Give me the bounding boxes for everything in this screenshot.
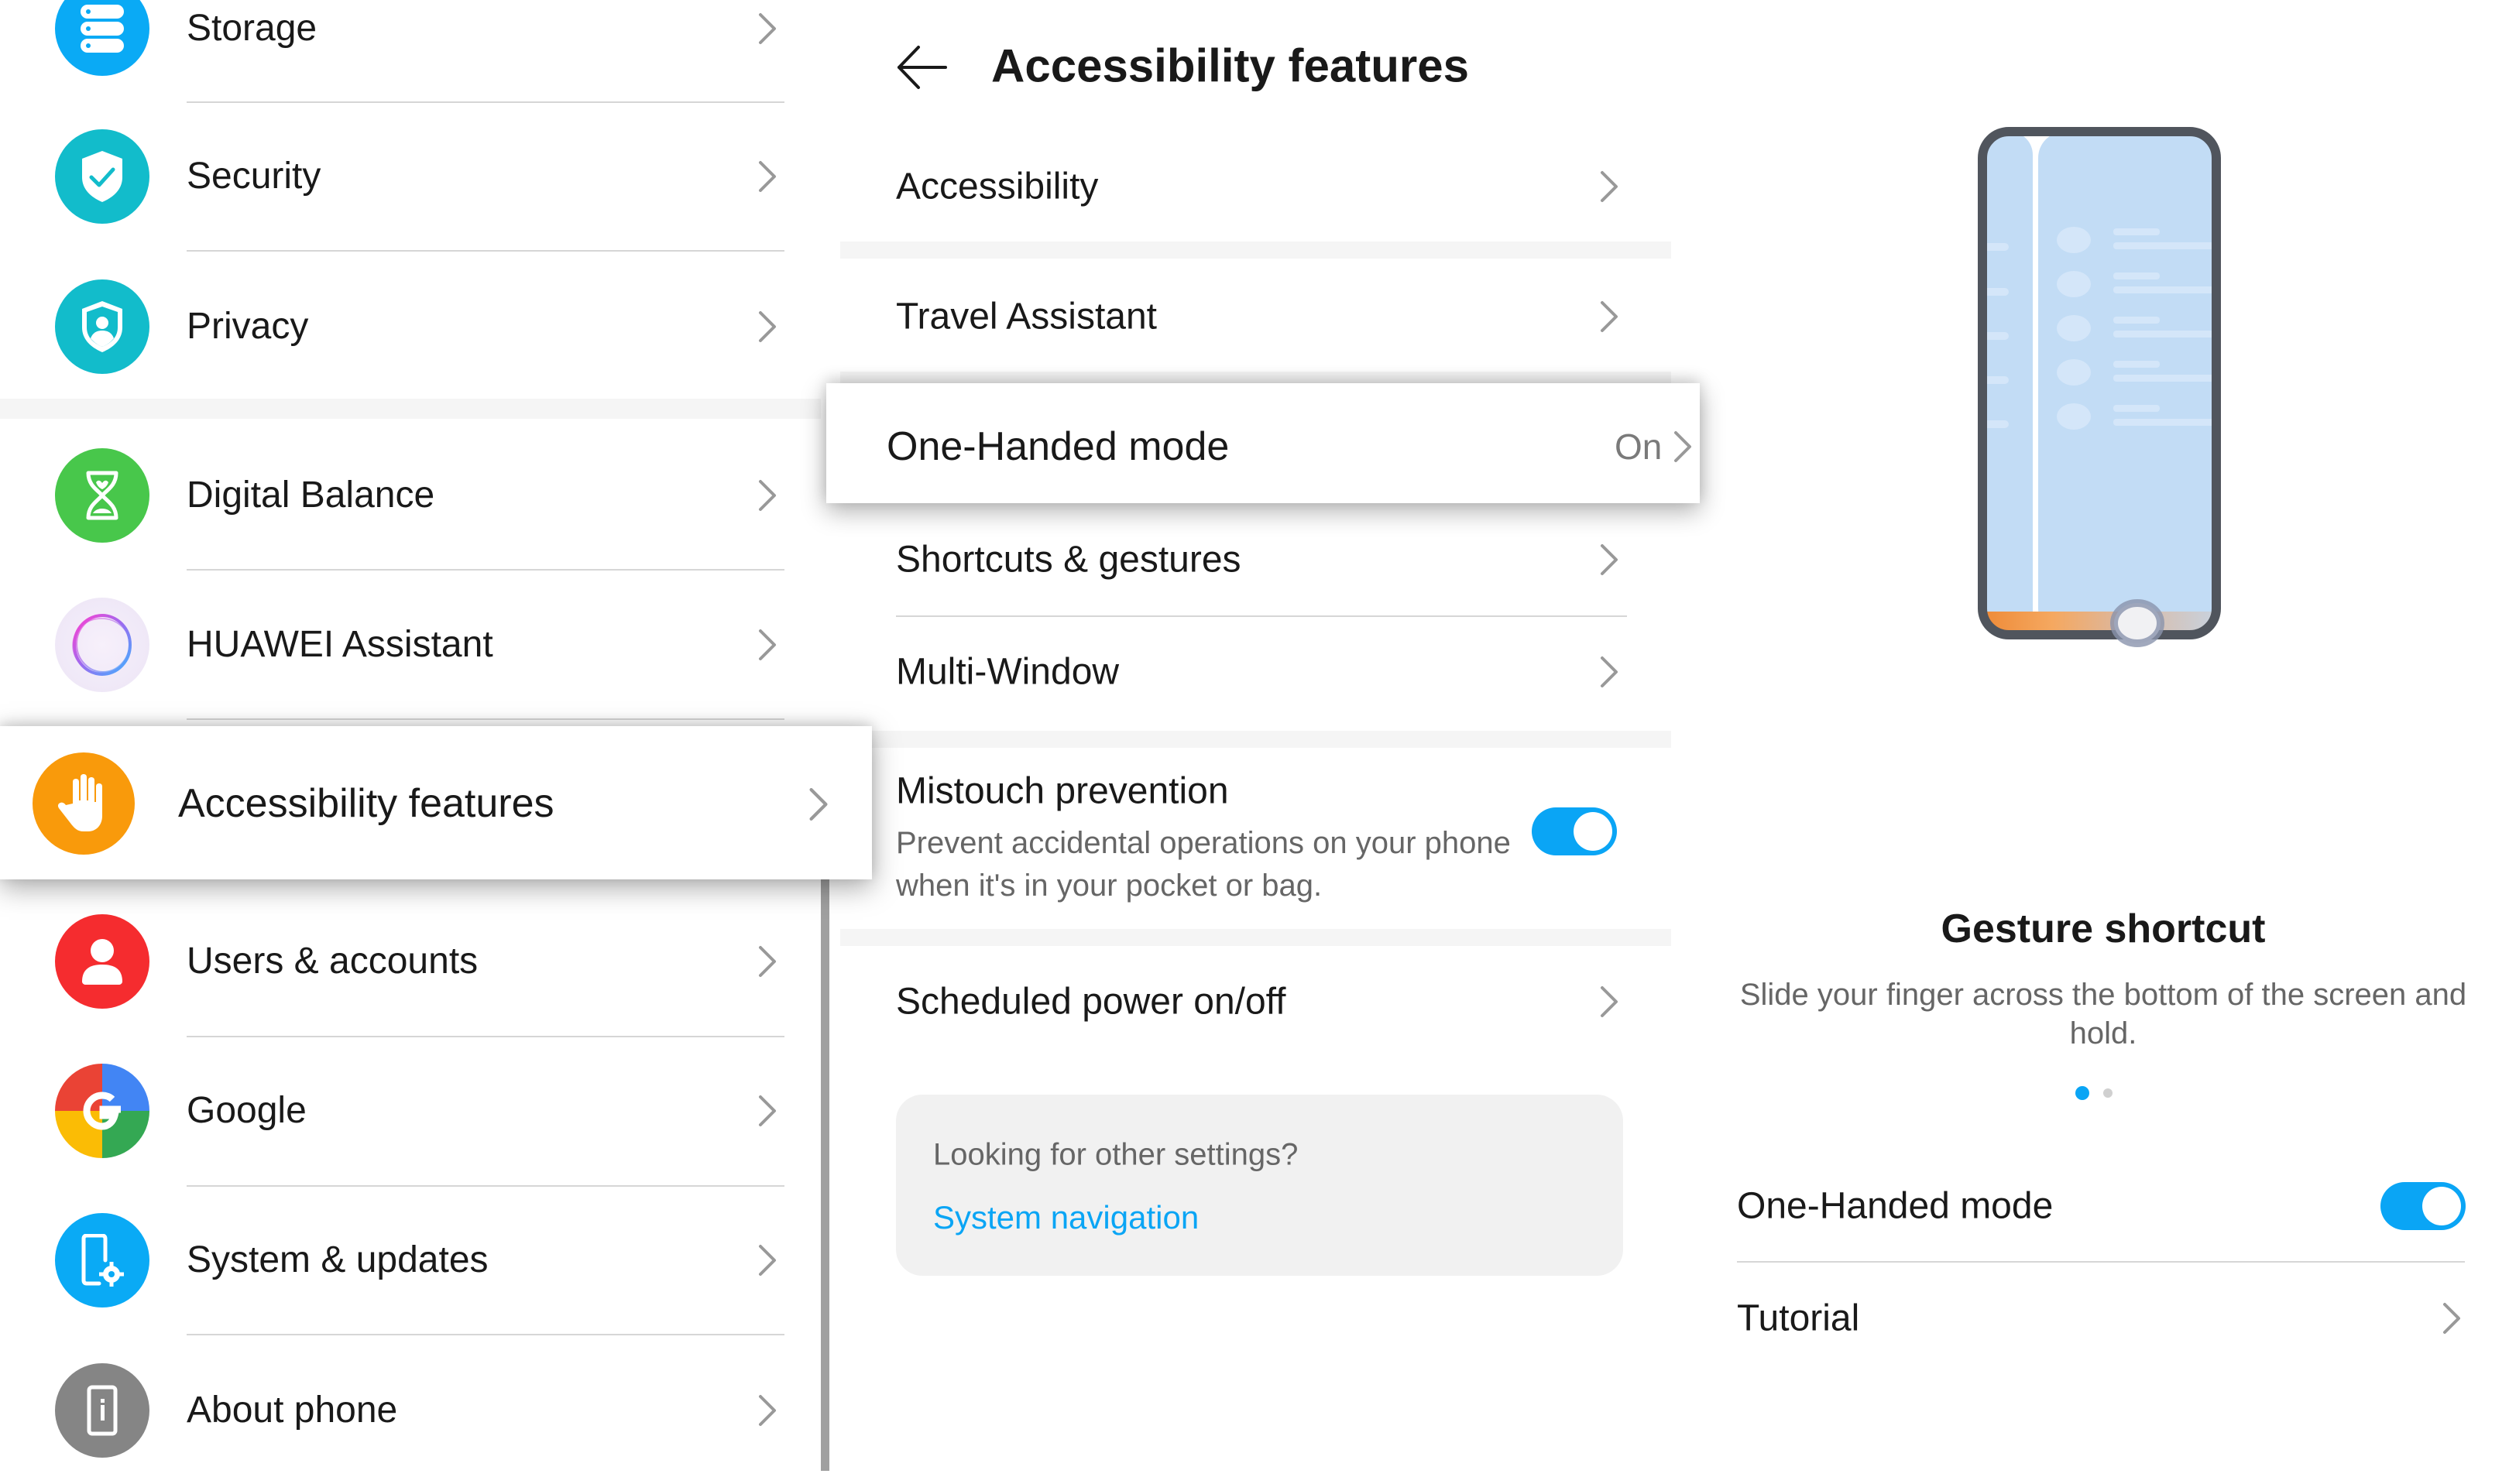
user-icon bbox=[55, 914, 149, 1009]
settings-item-users-accounts[interactable]: Users & accounts bbox=[0, 888, 821, 1035]
phone-gear-icon bbox=[55, 1213, 149, 1307]
settings-item-label: About phone bbox=[187, 1390, 398, 1431]
back-arrow-icon[interactable] bbox=[897, 45, 948, 90]
settings-item-security[interactable]: Security bbox=[0, 103, 821, 250]
one-handed-mode-toggle[interactable] bbox=[2380, 1182, 2466, 1230]
settings-item-storage[interactable]: Storage bbox=[0, 0, 821, 102]
settings-item-about-phone[interactable]: About phone bbox=[0, 1337, 821, 1484]
menu-item-label: One-Handed mode bbox=[887, 424, 1230, 469]
chevron-right-icon bbox=[759, 161, 776, 192]
menu-item-one-handed-mode[interactable]: One-Handed mode On bbox=[826, 383, 1700, 503]
divider bbox=[187, 569, 784, 571]
mistouch-prevention-toggle[interactable] bbox=[1532, 807, 1617, 855]
page-dot-active[interactable] bbox=[2075, 1086, 2089, 1100]
settings-item-label: Users & accounts bbox=[187, 941, 479, 982]
settings-item-digital-balance[interactable]: Digital Balance bbox=[0, 422, 821, 569]
chevron-right-icon bbox=[759, 13, 776, 44]
chevron-right-icon bbox=[1601, 986, 1618, 1017]
mistouch-prevention-label: Mistouch prevention bbox=[896, 770, 1229, 812]
storage-icon bbox=[55, 0, 149, 76]
divider bbox=[187, 250, 784, 252]
page-title: Accessibility features bbox=[991, 39, 1469, 92]
settings-item-label: Privacy bbox=[187, 306, 309, 347]
menu-item-label: Accessibility bbox=[896, 166, 1099, 207]
menu-item-label: Multi-Window bbox=[896, 651, 1120, 693]
settings-item-privacy[interactable]: Privacy bbox=[0, 253, 821, 400]
menu-item-label: Shortcuts & gestures bbox=[896, 539, 1241, 581]
divider bbox=[187, 1334, 784, 1335]
section-gap bbox=[840, 929, 1671, 946]
google-icon bbox=[55, 1064, 149, 1158]
chevron-right-icon bbox=[759, 480, 776, 511]
shield-check-icon bbox=[55, 129, 149, 224]
chevron-right-icon bbox=[759, 311, 776, 342]
chevron-right-icon bbox=[759, 1095, 776, 1126]
divider bbox=[896, 615, 1627, 617]
divider bbox=[1737, 1261, 2465, 1263]
shield-user-icon bbox=[55, 279, 149, 374]
menu-item-label: Travel Assistant bbox=[896, 296, 1158, 338]
settings-item-label: Storage bbox=[187, 8, 317, 49]
menu-item-label: Scheduled power on/off bbox=[896, 981, 1286, 1023]
chevron-right-icon bbox=[759, 1395, 776, 1426]
settings-item-label: Accessibility features bbox=[178, 781, 554, 826]
mistouch-prevention-description: Prevent accidental operations on your ph… bbox=[896, 826, 1511, 903]
one-handed-mode-label: One-Handed mode bbox=[1737, 1185, 2054, 1227]
chevron-right-icon bbox=[809, 788, 828, 821]
chevron-right-icon bbox=[759, 946, 776, 977]
system-navigation-link[interactable]: System navigation bbox=[933, 1199, 1199, 1236]
chevron-right-icon bbox=[1601, 171, 1618, 202]
status-value: On bbox=[1615, 427, 1663, 467]
phone-gesture-illustration bbox=[1978, 127, 2221, 647]
divider bbox=[187, 718, 784, 720]
phone-info-icon bbox=[55, 1363, 149, 1458]
settings-item-label: Security bbox=[187, 156, 321, 197]
page-dot-inactive[interactable] bbox=[2103, 1088, 2113, 1098]
settings-item-accessibility-features[interactable]: Accessibility features bbox=[0, 726, 872, 879]
chevron-right-icon bbox=[1674, 431, 1691, 462]
section-gap bbox=[840, 731, 1671, 748]
other-settings-hint: Looking for other settings? bbox=[933, 1137, 1299, 1172]
chevron-right-icon bbox=[1601, 656, 1618, 687]
page-indicator bbox=[2075, 1086, 2137, 1102]
chevron-right-icon bbox=[1601, 301, 1618, 332]
section-gap bbox=[0, 399, 821, 419]
tutorial-label: Tutorial bbox=[1737, 1297, 1860, 1339]
settings-item-label: System & updates bbox=[187, 1239, 489, 1280]
other-settings-card: Looking for other settings? System navig… bbox=[896, 1095, 1623, 1276]
gesture-shortcut-description: Slide your finger across the bottom of t… bbox=[1739, 978, 2467, 1050]
toggle-knob bbox=[1574, 812, 1612, 851]
hand-icon bbox=[33, 752, 135, 855]
hourglass-icon bbox=[55, 448, 149, 543]
chevron-right-icon bbox=[2443, 1303, 2460, 1334]
chevron-right-icon bbox=[1601, 544, 1618, 575]
settings-item-system-updates[interactable]: System & updates bbox=[0, 1187, 821, 1334]
chevron-right-icon bbox=[759, 1245, 776, 1276]
settings-item-huawei-assistant[interactable]: HUAWEI Assistant bbox=[0, 571, 821, 718]
panel-divider[interactable] bbox=[821, 879, 829, 1471]
settings-item-google[interactable]: Google bbox=[0, 1037, 821, 1184]
chevron-right-icon bbox=[759, 629, 776, 660]
settings-item-label: HUAWEI Assistant bbox=[187, 624, 493, 665]
settings-item-label: Google bbox=[187, 1090, 307, 1131]
toggle-knob bbox=[2422, 1187, 2461, 1225]
gesture-shortcut-title: Gesture shortcut bbox=[1941, 907, 2266, 951]
settings-item-label: Digital Balance bbox=[187, 475, 435, 516]
assistant-ring-icon bbox=[55, 598, 149, 692]
section-gap bbox=[840, 242, 1671, 259]
